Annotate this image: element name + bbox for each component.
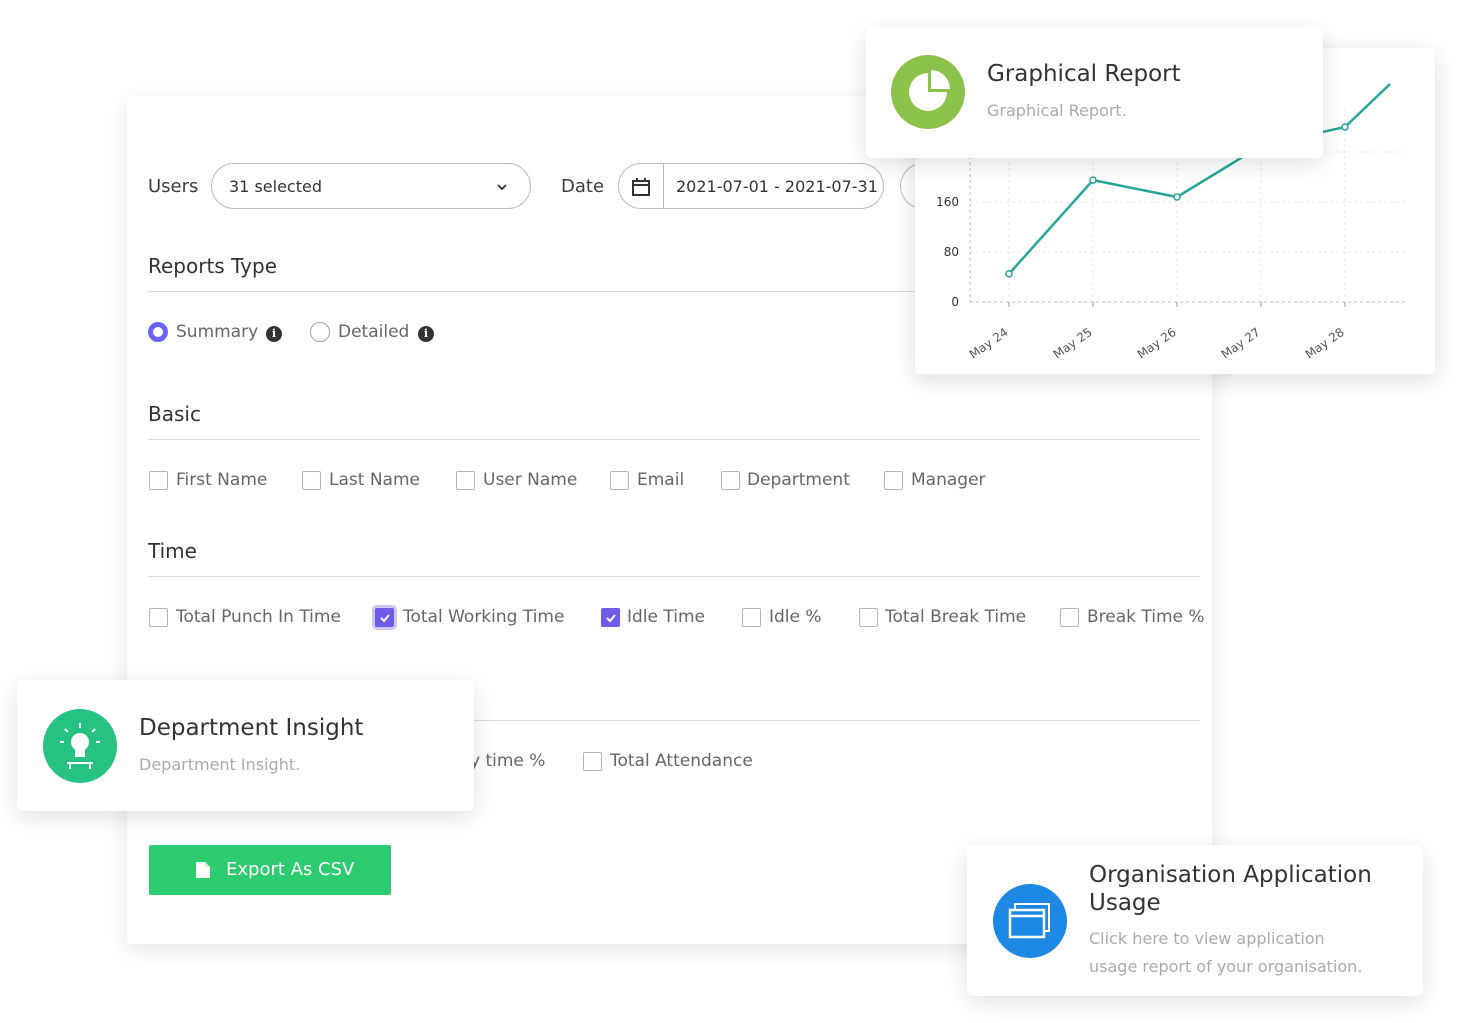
department-insight-card[interactable]: Department Insight Department Insight. [17, 680, 474, 811]
total-attendance-label: Total Attendance [610, 751, 753, 771]
detailed-label: Detailed [338, 322, 410, 342]
department-label: Department [747, 470, 850, 490]
org-usage-title-line2: Usage [1089, 890, 1161, 916]
total-break-time-checkbox[interactable] [859, 608, 878, 627]
first-name-checkbox[interactable] [149, 471, 168, 490]
org-usage-title-line1: Organisation Application [1089, 862, 1372, 888]
x-tick-label: May 28 [1303, 325, 1347, 362]
file-icon [196, 862, 210, 878]
break-time-percent-label: Break Time % [1087, 607, 1205, 627]
divider [148, 439, 1200, 440]
export-csv-button[interactable]: Export As CSV [149, 845, 391, 895]
total-break-time-label: Total Break Time [885, 607, 1027, 627]
last-name-checkbox[interactable] [302, 471, 321, 490]
user-name-label: User Name [483, 470, 578, 490]
org-usage-subtitle-line2: usage report of your organisation. [1089, 957, 1363, 976]
total-punch-in-time-checkbox[interactable] [149, 608, 168, 627]
date-range-picker[interactable]: 2021-07-01 - 2021-07-31 [618, 163, 884, 209]
data-point [1089, 176, 1097, 184]
users-select[interactable]: 31 selected [211, 163, 531, 209]
check-icon [380, 614, 390, 623]
organisation-application-usage-card[interactable]: Organisation Application Usage Click her… [967, 845, 1423, 996]
calendar-button[interactable] [619, 164, 664, 208]
x-tick-label: May 27 [1219, 325, 1263, 362]
data-point [1341, 123, 1349, 131]
users-select-value: 31 selected [229, 177, 322, 196]
date-label: Date [561, 176, 605, 197]
break-time-percent-checkbox[interactable] [1060, 608, 1079, 627]
data-point [1173, 193, 1181, 201]
graphical-report-card[interactable]: Graphical Report Graphical Report. [866, 27, 1323, 158]
x-tick-label: May 24 [967, 325, 1011, 362]
time-title: Time [148, 539, 197, 563]
idle-time-label: Idle Time [627, 607, 705, 627]
total-attendance-checkbox[interactable] [583, 752, 602, 771]
data-point [1005, 270, 1013, 278]
graphical-report-subtitle: Graphical Report. [987, 101, 1127, 120]
idle-percent-checkbox[interactable] [742, 608, 761, 627]
divider [148, 576, 1200, 577]
org-usage-subtitle-line1: Click here to view application [1089, 929, 1325, 948]
email-checkbox[interactable] [610, 471, 629, 490]
app-window-icon [993, 884, 1067, 958]
lightbulb-icon [43, 709, 117, 783]
x-tick-label: May 25 [1051, 325, 1095, 362]
x-tick-label: May 26 [1135, 325, 1179, 362]
department-insight-subtitle: Department Insight. [139, 755, 301, 774]
detailed-radio[interactable] [310, 322, 330, 342]
users-label: Users [148, 176, 199, 197]
total-working-time-label: Total Working Time [403, 607, 565, 627]
chevron-down-icon [497, 184, 507, 191]
department-checkbox[interactable] [721, 471, 740, 490]
last-name-label: Last Name [329, 470, 420, 490]
export-csv-label: Export As CSV [226, 859, 355, 880]
first-name-label: First Name [176, 470, 268, 490]
idle-time-checkbox[interactable] [601, 608, 620, 627]
info-icon[interactable]: i [418, 326, 434, 342]
graphical-report-title: Graphical Report [987, 61, 1181, 87]
summary-label: Summary [176, 322, 259, 342]
reports-type-title: Reports Type [148, 254, 278, 278]
info-icon[interactable]: i [266, 326, 282, 342]
productivity-time-percent-label: y time % [470, 751, 546, 771]
email-label: Email [637, 470, 685, 490]
y-tick-label: 160 [936, 195, 959, 209]
pie-chart-icon [891, 55, 965, 129]
total-working-time-checkbox[interactable] [375, 608, 394, 627]
manager-label: Manager [911, 470, 986, 490]
idle-percent-label: Idle % [769, 607, 822, 627]
y-tick-label: 0 [951, 295, 959, 309]
summary-radio[interactable] [148, 322, 168, 342]
total-punch-in-time-label: Total Punch In Time [176, 607, 341, 627]
user-name-checkbox[interactable] [456, 471, 475, 490]
basic-title: Basic [148, 402, 201, 426]
calendar-icon [632, 178, 650, 196]
check-icon [606, 614, 616, 623]
manager-checkbox[interactable] [884, 471, 903, 490]
department-insight-title: Department Insight [139, 715, 364, 741]
date-range-value: 2021-07-01 - 2021-07-31 [676, 177, 878, 196]
y-tick-label: 80 [944, 245, 959, 259]
